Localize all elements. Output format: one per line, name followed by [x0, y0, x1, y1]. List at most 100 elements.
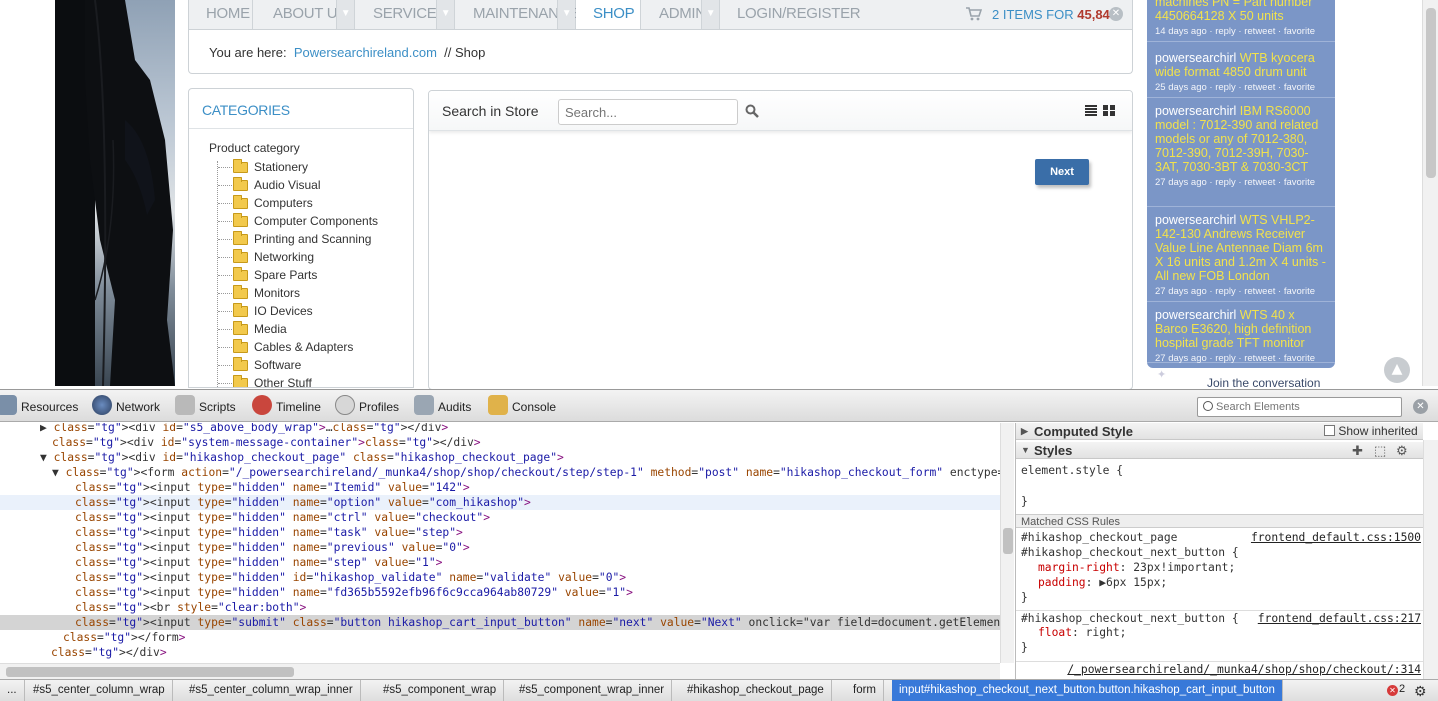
- tweet-user[interactable]: powersearchirl: [1155, 51, 1236, 65]
- dom-node-line[interactable]: ▼ class="tg"><form action="/_powersearch…: [0, 465, 1000, 480]
- styles-scrollbar[interactable]: [1423, 440, 1438, 679]
- rule3-source-link[interactable]: /_powersearchireland/_munka4/shop/shop/c…: [1067, 662, 1421, 677]
- tab-console[interactable]: Console: [488, 395, 556, 416]
- chevron-down-icon[interactable]: ▼: [701, 0, 719, 29]
- settings-gear-icon[interactable]: ⚙: [1414, 683, 1427, 700]
- grid-view-icon[interactable]: [1103, 105, 1115, 116]
- dom-breadcrumb-item[interactable]: #s5_component_wrap: [376, 680, 505, 701]
- tab-profiles[interactable]: Profiles: [335, 395, 399, 416]
- tab-audits[interactable]: Audits: [414, 395, 471, 416]
- rule1-margin-right[interactable]: margin-right: 23px!important;: [1016, 560, 1423, 575]
- nav-services[interactable]: Services ▼: [359, 0, 455, 29]
- category-label[interactable]: Computer Components: [254, 213, 378, 229]
- elements-scrollbar-thumb[interactable]: [1003, 528, 1013, 554]
- dom-breadcrumb-item[interactable]: #s5_component_wrap_inner: [512, 680, 673, 701]
- add-rule-icon[interactable]: ✚: [1352, 442, 1363, 459]
- tweet-meta[interactable]: 27 days ago · reply · retweet · favorite: [1155, 176, 1327, 190]
- tweet-user[interactable]: powersearchirl: [1155, 213, 1236, 227]
- category-label[interactable]: IO Devices: [254, 303, 313, 319]
- element-state-icon[interactable]: ⬚: [1374, 442, 1386, 459]
- category-label[interactable]: Software: [254, 357, 301, 373]
- settings-gear-icon[interactable]: ⚙: [1396, 442, 1408, 459]
- nav-login-register[interactable]: Login/Register: [725, 0, 861, 29]
- dom-breadcrumb-item[interactable]: #s5_center_column_wrap: [26, 680, 173, 701]
- show-inherited-checkbox[interactable]: [1324, 425, 1335, 436]
- category-label[interactable]: Printing and Scanning: [254, 231, 371, 247]
- page-scrollbar[interactable]: [1422, 0, 1438, 386]
- category-label[interactable]: Audio Visual: [254, 177, 321, 193]
- dom-breadcrumb-item[interactable]: #hikashop_checkout_page: [680, 680, 832, 701]
- rule2-source-link[interactable]: frontend_default.css:217: [1258, 611, 1421, 626]
- dom-node-line[interactable]: class="tg"><input type="hidden" id="hika…: [0, 570, 1000, 585]
- page-scrollbar-thumb[interactable]: [1426, 8, 1436, 178]
- rule2-float[interactable]: float: right;: [1016, 625, 1423, 640]
- dom-breadcrumb-item[interactable]: ...: [0, 680, 25, 701]
- styles-header[interactable]: ▼ Styles ✚ ⬚ ⚙: [1016, 442, 1423, 459]
- nav-home[interactable]: Home: [189, 0, 253, 29]
- close-icon[interactable]: ✕: [1413, 399, 1428, 414]
- nav-about-us[interactable]: About Us ▼: [259, 0, 355, 29]
- dom-node-line[interactable]: class="tg"><br style="clear:both">: [0, 600, 1000, 615]
- cart-close-icon[interactable]: ✕: [1109, 7, 1123, 21]
- dom-breadcrumb-item[interactable]: form: [846, 680, 884, 701]
- elements-vertical-scrollbar[interactable]: [1000, 423, 1014, 663]
- dom-node-line[interactable]: ▶ class="tg"><div id="s5_above_body_wrap…: [0, 423, 1000, 435]
- dom-node-line[interactable]: class="tg"><input type="hidden" name="ct…: [0, 510, 1000, 525]
- computed-style-header[interactable]: ▶ Computed Style Show inherited: [1016, 423, 1423, 440]
- rule1-selector-1[interactable]: #hikashop_checkout_page frontend_default.…: [1016, 530, 1423, 545]
- search-icon[interactable]: [745, 104, 759, 118]
- cart-icon[interactable]: [966, 7, 982, 21]
- scroll-to-top-icon[interactable]: ▲: [1384, 357, 1410, 383]
- dom-node-line[interactable]: class="tg"><input type="hidden" name="ta…: [0, 525, 1000, 540]
- category-label[interactable]: Networking: [254, 249, 314, 265]
- dom-node-line[interactable]: class="tg"><input type="hidden" name="pr…: [0, 540, 1000, 555]
- dom-node-line[interactable]: class="tg"></div>: [0, 645, 1000, 660]
- tweet-user[interactable]: powersearchirl: [1155, 104, 1236, 118]
- dom-node-line[interactable]: ▼ class="tg"><div id="hikashop_checkout_…: [0, 450, 1000, 465]
- dom-node-line[interactable]: class="tg"><input type="hidden" name="fd…: [0, 585, 1000, 600]
- dom-node-line[interactable]: class="tg"><div id="system-message-conta…: [0, 435, 1000, 450]
- tab-timeline[interactable]: Timeline: [252, 395, 321, 416]
- dom-node-line[interactable]: class="tg"><input type="hidden" name="st…: [0, 555, 1000, 570]
- tweet-text[interactable]: machines PN = Part number 4450664128 X 5…: [1155, 0, 1312, 23]
- cart-summary[interactable]: 2 ITEMS FOR 45,84 €: [992, 0, 1121, 29]
- category-label[interactable]: Cables & Adapters: [254, 339, 353, 355]
- chevron-down-icon[interactable]: ▼: [436, 0, 454, 29]
- rule3-source[interactable]: /_powersearchireland/_munka4/shop/shop/c…: [1016, 661, 1423, 676]
- dom-node-line[interactable]: class="tg"><input type="hidden" name="It…: [0, 480, 1000, 495]
- search-elements-input[interactable]: [1197, 397, 1402, 417]
- dom-breadcrumb-item[interactable]: #s5_center_column_wrap_inner: [182, 680, 361, 701]
- product-category-root[interactable]: Product category: [209, 141, 300, 155]
- category-label[interactable]: Computers: [254, 195, 313, 211]
- chevron-down-icon[interactable]: ▼: [336, 0, 354, 29]
- nav-shop[interactable]: Shop: [576, 0, 641, 29]
- join-conversation-bar[interactable]: ✦ Join the conversation: [1147, 368, 1335, 390]
- chevron-down-icon[interactable]: ▼: [557, 0, 575, 29]
- dom-node-line[interactable]: class="tg"></form>: [0, 630, 1000, 645]
- category-label[interactable]: Monitors: [254, 285, 300, 301]
- elements-horizontal-scrollbar[interactable]: [0, 663, 1000, 679]
- tab-resources[interactable]: Resources: [0, 395, 78, 416]
- element-style-rule[interactable]: element.style {: [1016, 463, 1423, 478]
- error-count[interactable]: 2: [1399, 683, 1405, 695]
- tweet-meta[interactable]: 25 days ago · reply · retweet · favorite: [1155, 81, 1327, 95]
- category-label[interactable]: Media: [254, 321, 287, 337]
- dom-node-line[interactable]: class="tg"><input type="submit" class="b…: [0, 615, 1000, 630]
- dom-node-line[interactable]: class="tg"><input type="hidden" name="op…: [0, 495, 1000, 510]
- join-conversation-link[interactable]: Join the conversation: [1207, 376, 1320, 390]
- elements-hscrollbar-thumb[interactable]: [6, 667, 294, 677]
- rule1-padding[interactable]: padding: ▶6px 15px;: [1016, 575, 1423, 590]
- breadcrumb-home-link[interactable]: Powersearchireland.com: [294, 45, 437, 60]
- store-search-input[interactable]: [558, 99, 738, 125]
- error-icon[interactable]: ✕: [1387, 685, 1398, 696]
- category-label[interactable]: Spare Parts: [254, 267, 317, 283]
- tweet-user[interactable]: powersearchirl: [1155, 308, 1236, 322]
- rule2-selector[interactable]: #hikashop_checkout_next_button {frontend…: [1016, 610, 1423, 625]
- tweet-meta[interactable]: 27 days ago · reply · retweet · favorite: [1155, 285, 1327, 299]
- next-button[interactable]: Next: [1035, 159, 1089, 185]
- dom-breadcrumb-item[interactable]: input#hikashop_checkout_next_button.butt…: [892, 680, 1283, 701]
- tab-scripts[interactable]: Scripts: [175, 395, 236, 416]
- nav-admin[interactable]: Admin ▼: [645, 0, 720, 29]
- rule1-source-link[interactable]: frontend_default.css:1500: [1251, 530, 1421, 545]
- tweet-meta[interactable]: 14 days ago · reply · retweet · favorite: [1155, 25, 1327, 39]
